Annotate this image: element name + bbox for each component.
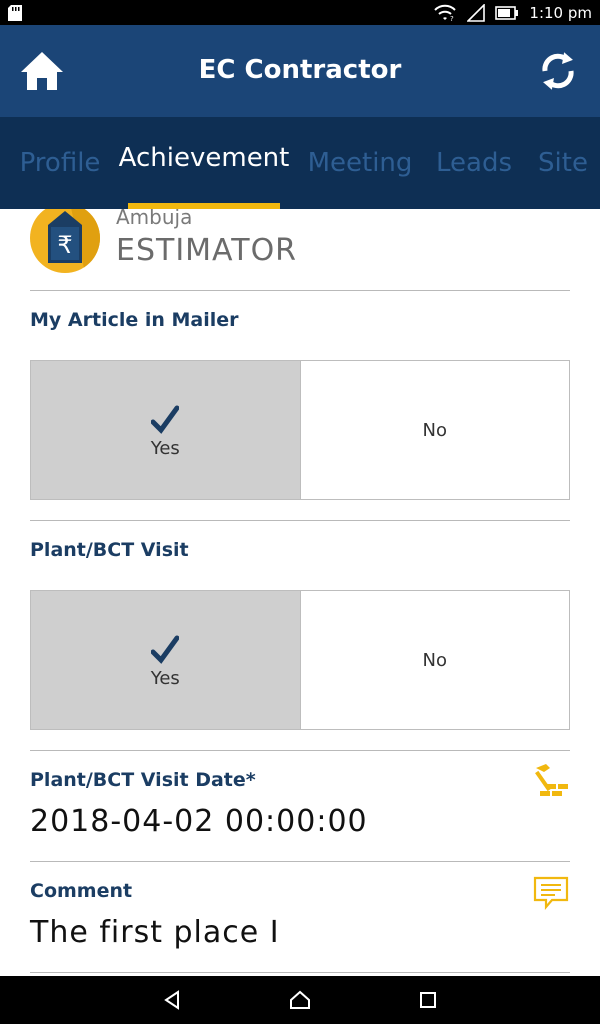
tab-label: Site: [538, 148, 588, 178]
status-time: 1:10 pm: [529, 3, 592, 22]
tab-label: Leads: [436, 148, 513, 178]
divider: [30, 750, 570, 751]
app-bar: EC Contractor: [0, 25, 600, 117]
tab-achievement[interactable]: Achievement: [119, 117, 289, 209]
rupee-house-logo: ₹: [30, 209, 100, 273]
refresh-button[interactable]: [532, 45, 584, 97]
article-label: My Article in Mailer: [30, 309, 239, 331]
svg-text:₹: ₹: [57, 231, 72, 259]
option-label: Yes: [150, 437, 180, 459]
tab-bar: Profile Achievement Meeting Leads Site: [0, 117, 600, 209]
recents-button[interactable]: [398, 976, 458, 1024]
brand-name: Ambuja: [116, 209, 193, 229]
tab-leads[interactable]: Leads: [436, 117, 512, 209]
home-nav-icon: [290, 990, 310, 1009]
tab-meeting[interactable]: Meeting: [308, 117, 413, 209]
option-label: No: [422, 649, 447, 671]
option-label: Yes: [150, 667, 180, 689]
divider: [30, 972, 570, 973]
article-toggle: Yes No: [30, 360, 570, 500]
tab-profile[interactable]: Profile: [19, 117, 101, 209]
article-yes-option[interactable]: Yes: [31, 361, 301, 499]
option-label: No: [422, 419, 447, 441]
battery-icon: [495, 5, 519, 20]
app-title: EC Contractor: [198, 55, 402, 85]
svg-text:?: ?: [450, 15, 454, 22]
check-icon: [151, 405, 180, 434]
plant-visit-yes-option[interactable]: Yes: [31, 591, 301, 729]
system-nav-bar: [0, 976, 600, 1024]
recents-icon: [420, 992, 436, 1008]
visit-date-value[interactable]: 2018-04-02 00:00:00: [30, 804, 368, 839]
plant-visit-label: Plant/BCT Visit: [30, 539, 189, 561]
signal-icon: [467, 3, 486, 22]
visit-date-label: Plant/BCT Visit Date*: [30, 769, 256, 791]
plant-visit-toggle: Yes No: [30, 590, 570, 730]
divider: [30, 861, 570, 862]
content-scroll-area[interactable]: ₹ Ambuja ESTIMATOR My Article in Mailer …: [0, 209, 600, 976]
role-title: ESTIMATOR: [116, 233, 298, 268]
status-bar: ? 1:10 pm: [0, 0, 600, 25]
comment-icon[interactable]: [532, 874, 570, 912]
home-nav-button[interactable]: [270, 976, 330, 1024]
back-button[interactable]: [142, 976, 202, 1024]
divider: [30, 520, 570, 521]
sd-card-icon: [8, 5, 22, 21]
tab-label: Profile: [19, 148, 101, 178]
tab-label: Meeting: [307, 148, 413, 178]
article-no-option[interactable]: No: [301, 361, 570, 499]
refresh-icon: [542, 52, 574, 90]
check-icon: [151, 635, 180, 664]
comment-label: Comment: [30, 880, 133, 902]
plant-visit-no-option[interactable]: No: [301, 591, 570, 729]
back-icon: [164, 990, 179, 1010]
profile-header: ₹ Ambuja ESTIMATOR: [30, 209, 570, 291]
comment-value[interactable]: The first place I: [30, 915, 280, 950]
tab-label: Achievement: [118, 143, 290, 173]
construction-icon[interactable]: [532, 762, 570, 800]
tab-site[interactable]: Site: [538, 117, 588, 209]
wifi-icon: ?: [434, 4, 457, 22]
